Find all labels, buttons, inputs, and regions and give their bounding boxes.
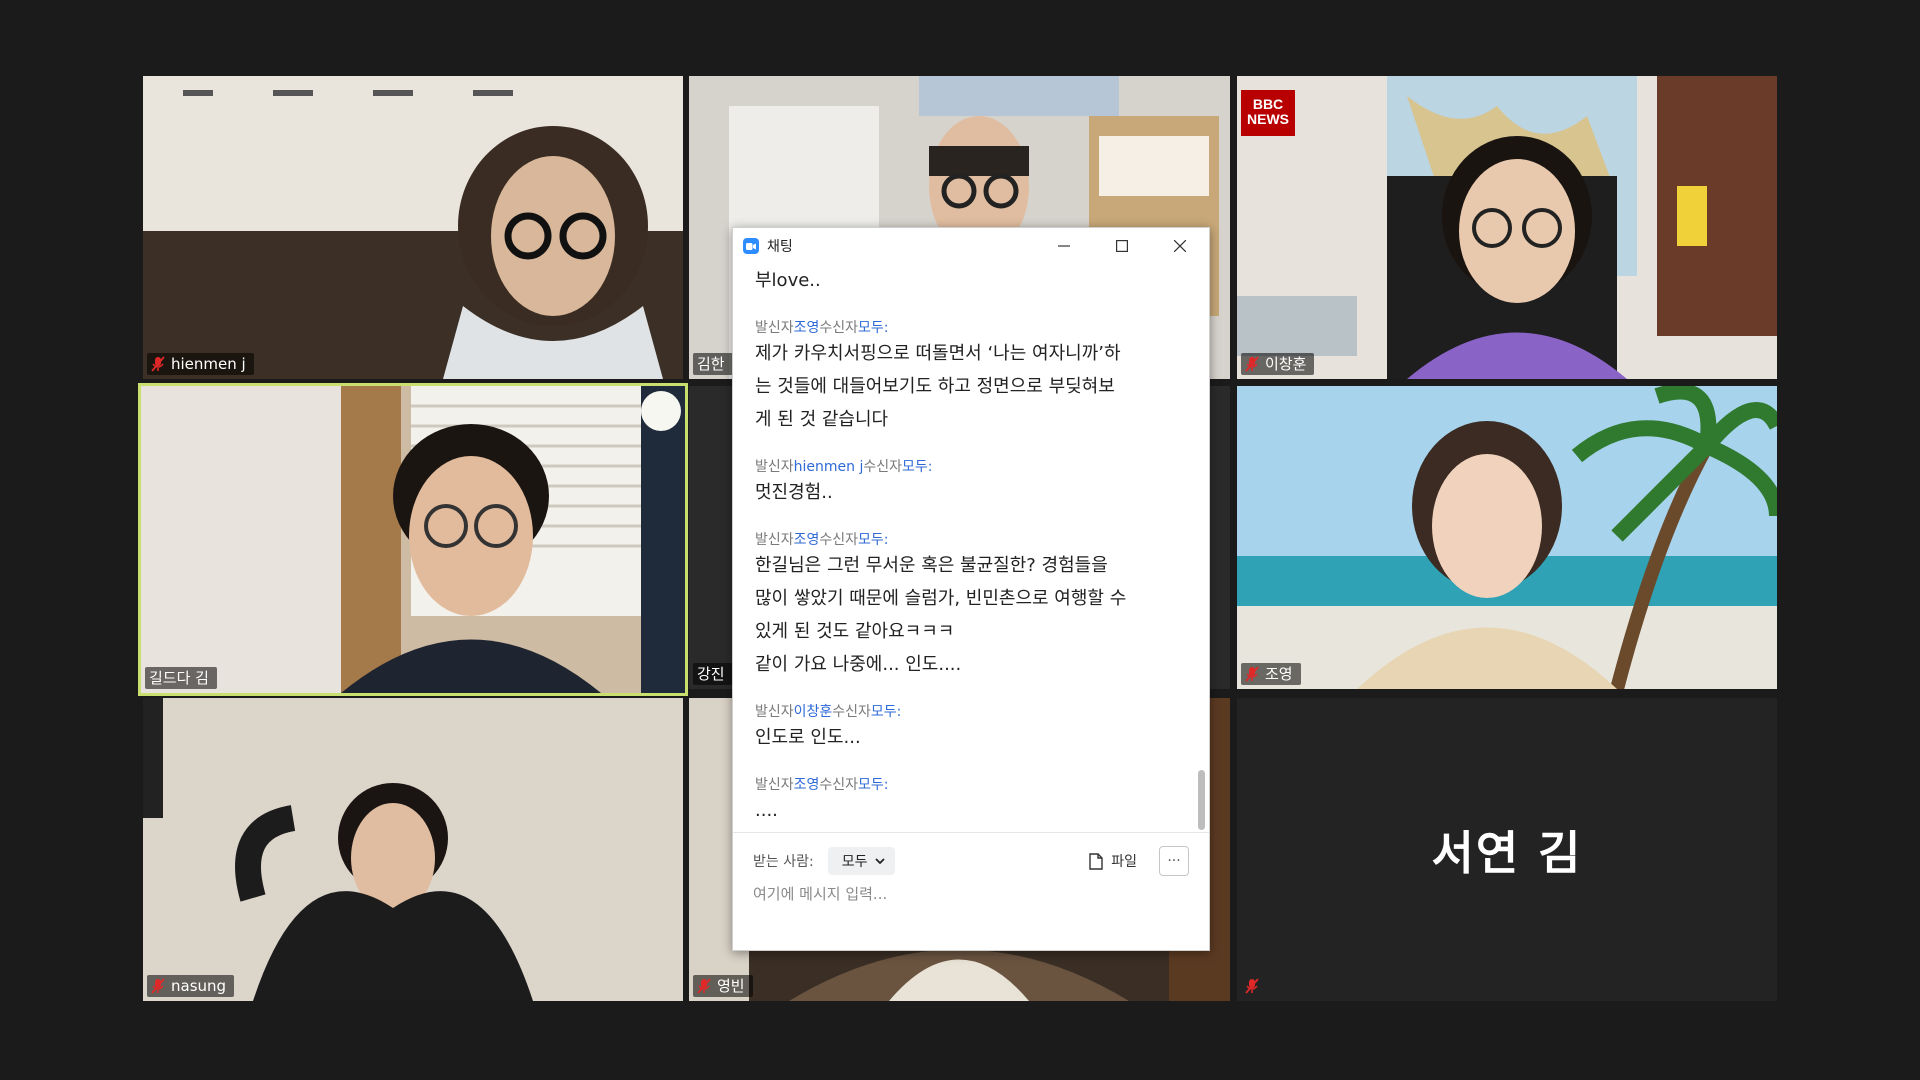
chat-message-text: 있게 된 것도 같아요ㅋㅋㅋ bbox=[755, 621, 955, 642]
recipient-prefix: 수신자 bbox=[819, 777, 859, 793]
file-button[interactable]: 파일 bbox=[1089, 851, 1137, 871]
participant-video bbox=[1237, 76, 1777, 379]
recipient-prefix: 수신자 bbox=[863, 459, 902, 475]
sender-prefix: 발신자 bbox=[755, 532, 794, 548]
sender-name[interactable]: 조영 bbox=[794, 532, 820, 548]
sender-prefix: 발신자 bbox=[755, 320, 794, 336]
video-tile-leechanghoon[interactable]: BBC NEWS 이창훈 bbox=[1237, 76, 1777, 379]
chat-message-header: 발신자이창훈수신자모두: bbox=[755, 703, 1187, 721]
chat-message-text: 많이 쌓았기 때문에 슬럼가, 빈민촌으로 여행할 수 bbox=[755, 588, 1127, 609]
file-label: 파일 bbox=[1111, 854, 1137, 870]
recipient-prefix: 수신자 bbox=[819, 320, 859, 336]
mic-muted-icon bbox=[1245, 666, 1259, 682]
recipient-name[interactable]: 모두: bbox=[858, 532, 888, 548]
participant-nametag: 영빈 bbox=[693, 975, 753, 997]
maximize-icon bbox=[1116, 240, 1128, 252]
recipient-value: 모두 bbox=[841, 854, 868, 870]
participant-name: 강진 bbox=[697, 665, 725, 683]
mic-muted-icon bbox=[151, 356, 165, 372]
sender-name[interactable]: 조영 bbox=[794, 320, 820, 336]
chat-message-list[interactable]: 부love.. 발신자조영수신자모두: 제가 카우치서핑으로 떠돌면서 ‘나는 여… bbox=[733, 264, 1209, 816]
recipient-prefix: 수신자 bbox=[832, 704, 871, 720]
video-tile-nasung[interactable]: nasung bbox=[143, 698, 683, 1001]
sender-prefix: 발신자 bbox=[755, 459, 794, 475]
mic-muted-icon bbox=[151, 978, 165, 994]
zoom-logo-icon bbox=[743, 238, 759, 254]
participant-video bbox=[143, 698, 683, 1001]
sender-prefix: 발신자 bbox=[755, 777, 794, 793]
chat-message-header: 발신자hienmen j수신자모두: bbox=[755, 458, 1187, 476]
sender-name[interactable]: 이창훈 bbox=[794, 704, 833, 720]
bbc-logo-line1: BBC bbox=[1252, 96, 1284, 112]
recipient-name[interactable]: 모두: bbox=[871, 704, 901, 720]
file-icon bbox=[1089, 852, 1103, 870]
maximize-button[interactable] bbox=[1093, 228, 1151, 264]
sender-name[interactable]: 조영 bbox=[794, 777, 820, 793]
participant-nametag: 강진 bbox=[693, 663, 733, 685]
more-options-button[interactable]: ··· bbox=[1159, 846, 1189, 876]
participant-nametag: 조영 bbox=[1241, 663, 1301, 685]
message-input[interactable] bbox=[753, 885, 1189, 903]
mic-muted-icon bbox=[1245, 356, 1259, 372]
recipient-name[interactable]: 모두: bbox=[902, 459, 932, 475]
chat-titlebar[interactable]: 채팅 bbox=[733, 228, 1209, 264]
chat-message-text: 멋진경험.. bbox=[755, 482, 833, 503]
chat-footer: 받는 사람: 모두 파일 ··· bbox=[733, 832, 1209, 903]
participant-name: hienmen j bbox=[171, 355, 246, 373]
chat-message-text: 인도로 인도... bbox=[755, 727, 861, 748]
participant-display-name: 서연 김 bbox=[1431, 825, 1583, 880]
chat-message-text: .... bbox=[755, 800, 778, 816]
chat-message-text: 는 것들에 대들어보기도 하고 정면으로 부딪혀보 bbox=[755, 376, 1115, 397]
chevron-down-icon bbox=[875, 857, 886, 864]
more-icon: ··· bbox=[1167, 853, 1181, 869]
participant-nametag: nasung bbox=[147, 975, 235, 997]
video-tile-gildeuda[interactable]: 길드다 김 bbox=[138, 383, 688, 696]
bbc-news-logo: BBC NEWS bbox=[1241, 90, 1295, 136]
participant-video bbox=[1237, 386, 1777, 689]
video-tile-joyoung[interactable]: 조영 bbox=[1237, 386, 1777, 689]
participant-nametag: 김한 bbox=[693, 353, 733, 375]
participant-nametag bbox=[1241, 975, 1267, 997]
participant-name: nasung bbox=[171, 977, 227, 995]
chat-message-header: 발신자조영수신자모두: bbox=[755, 531, 1187, 549]
participant-name: 이창훈 bbox=[1265, 355, 1307, 373]
recipient-prefix: 수신자 bbox=[819, 532, 859, 548]
close-button[interactable] bbox=[1151, 228, 1209, 264]
chat-message-header: 발신자조영수신자모두: bbox=[755, 319, 1187, 337]
chat-message-text: 같이 가요 나중에... 인도.... bbox=[755, 654, 962, 675]
participant-nametag: hienmen j bbox=[147, 353, 254, 375]
participant-video bbox=[143, 76, 683, 379]
sender-name[interactable]: hienmen j bbox=[794, 459, 864, 475]
participant-nametag: 길드다 김 bbox=[145, 667, 217, 689]
recipient-name[interactable]: 모두: bbox=[858, 320, 888, 336]
minimize-button[interactable] bbox=[1035, 228, 1093, 264]
minimize-icon bbox=[1058, 245, 1070, 247]
mic-muted-icon bbox=[697, 978, 711, 994]
sender-prefix: 발신자 bbox=[755, 704, 794, 720]
close-icon bbox=[1174, 240, 1186, 252]
recipient-name[interactable]: 모두: bbox=[858, 777, 888, 793]
video-tile-seoyeon[interactable]: 서연 김 bbox=[1237, 698, 1777, 1001]
chat-title: 채팅 bbox=[767, 239, 793, 255]
chat-window: 채팅 부love.. 발신자조영수신자모두: 제가 카우치서핑으로 떠돌면서 ‘나… bbox=[732, 227, 1210, 951]
participant-name: 김한 bbox=[697, 355, 725, 373]
chat-scrollbar-thumb[interactable] bbox=[1198, 770, 1205, 830]
participant-name: 길드다 김 bbox=[149, 669, 209, 687]
participant-video bbox=[141, 386, 685, 693]
participant-nametag: 이창훈 bbox=[1241, 353, 1315, 375]
bbc-logo-line2: NEWS bbox=[1247, 111, 1289, 127]
video-tile-hienmen[interactable]: hienmen j bbox=[143, 76, 683, 379]
participant-name: 조영 bbox=[1265, 665, 1293, 683]
mic-muted-icon bbox=[1245, 978, 1259, 994]
chat-message-header: 발신자조영수신자모두: bbox=[755, 776, 1187, 794]
chat-message-text: 한길님은 그런 무서운 혹은 불균질한? 경험들을 bbox=[755, 555, 1108, 576]
chat-message-text: 제가 카우치서핑으로 떠돌면서 ‘나는 여자니까’하 bbox=[755, 343, 1121, 364]
chat-message-text: 게 된 것 같습니다 bbox=[755, 409, 889, 430]
to-label: 받는 사람: bbox=[753, 854, 814, 870]
recipient-dropdown[interactable]: 모두 bbox=[827, 847, 896, 875]
chat-message-text: 부love.. bbox=[755, 270, 821, 291]
participant-name: 영빈 bbox=[717, 977, 745, 995]
